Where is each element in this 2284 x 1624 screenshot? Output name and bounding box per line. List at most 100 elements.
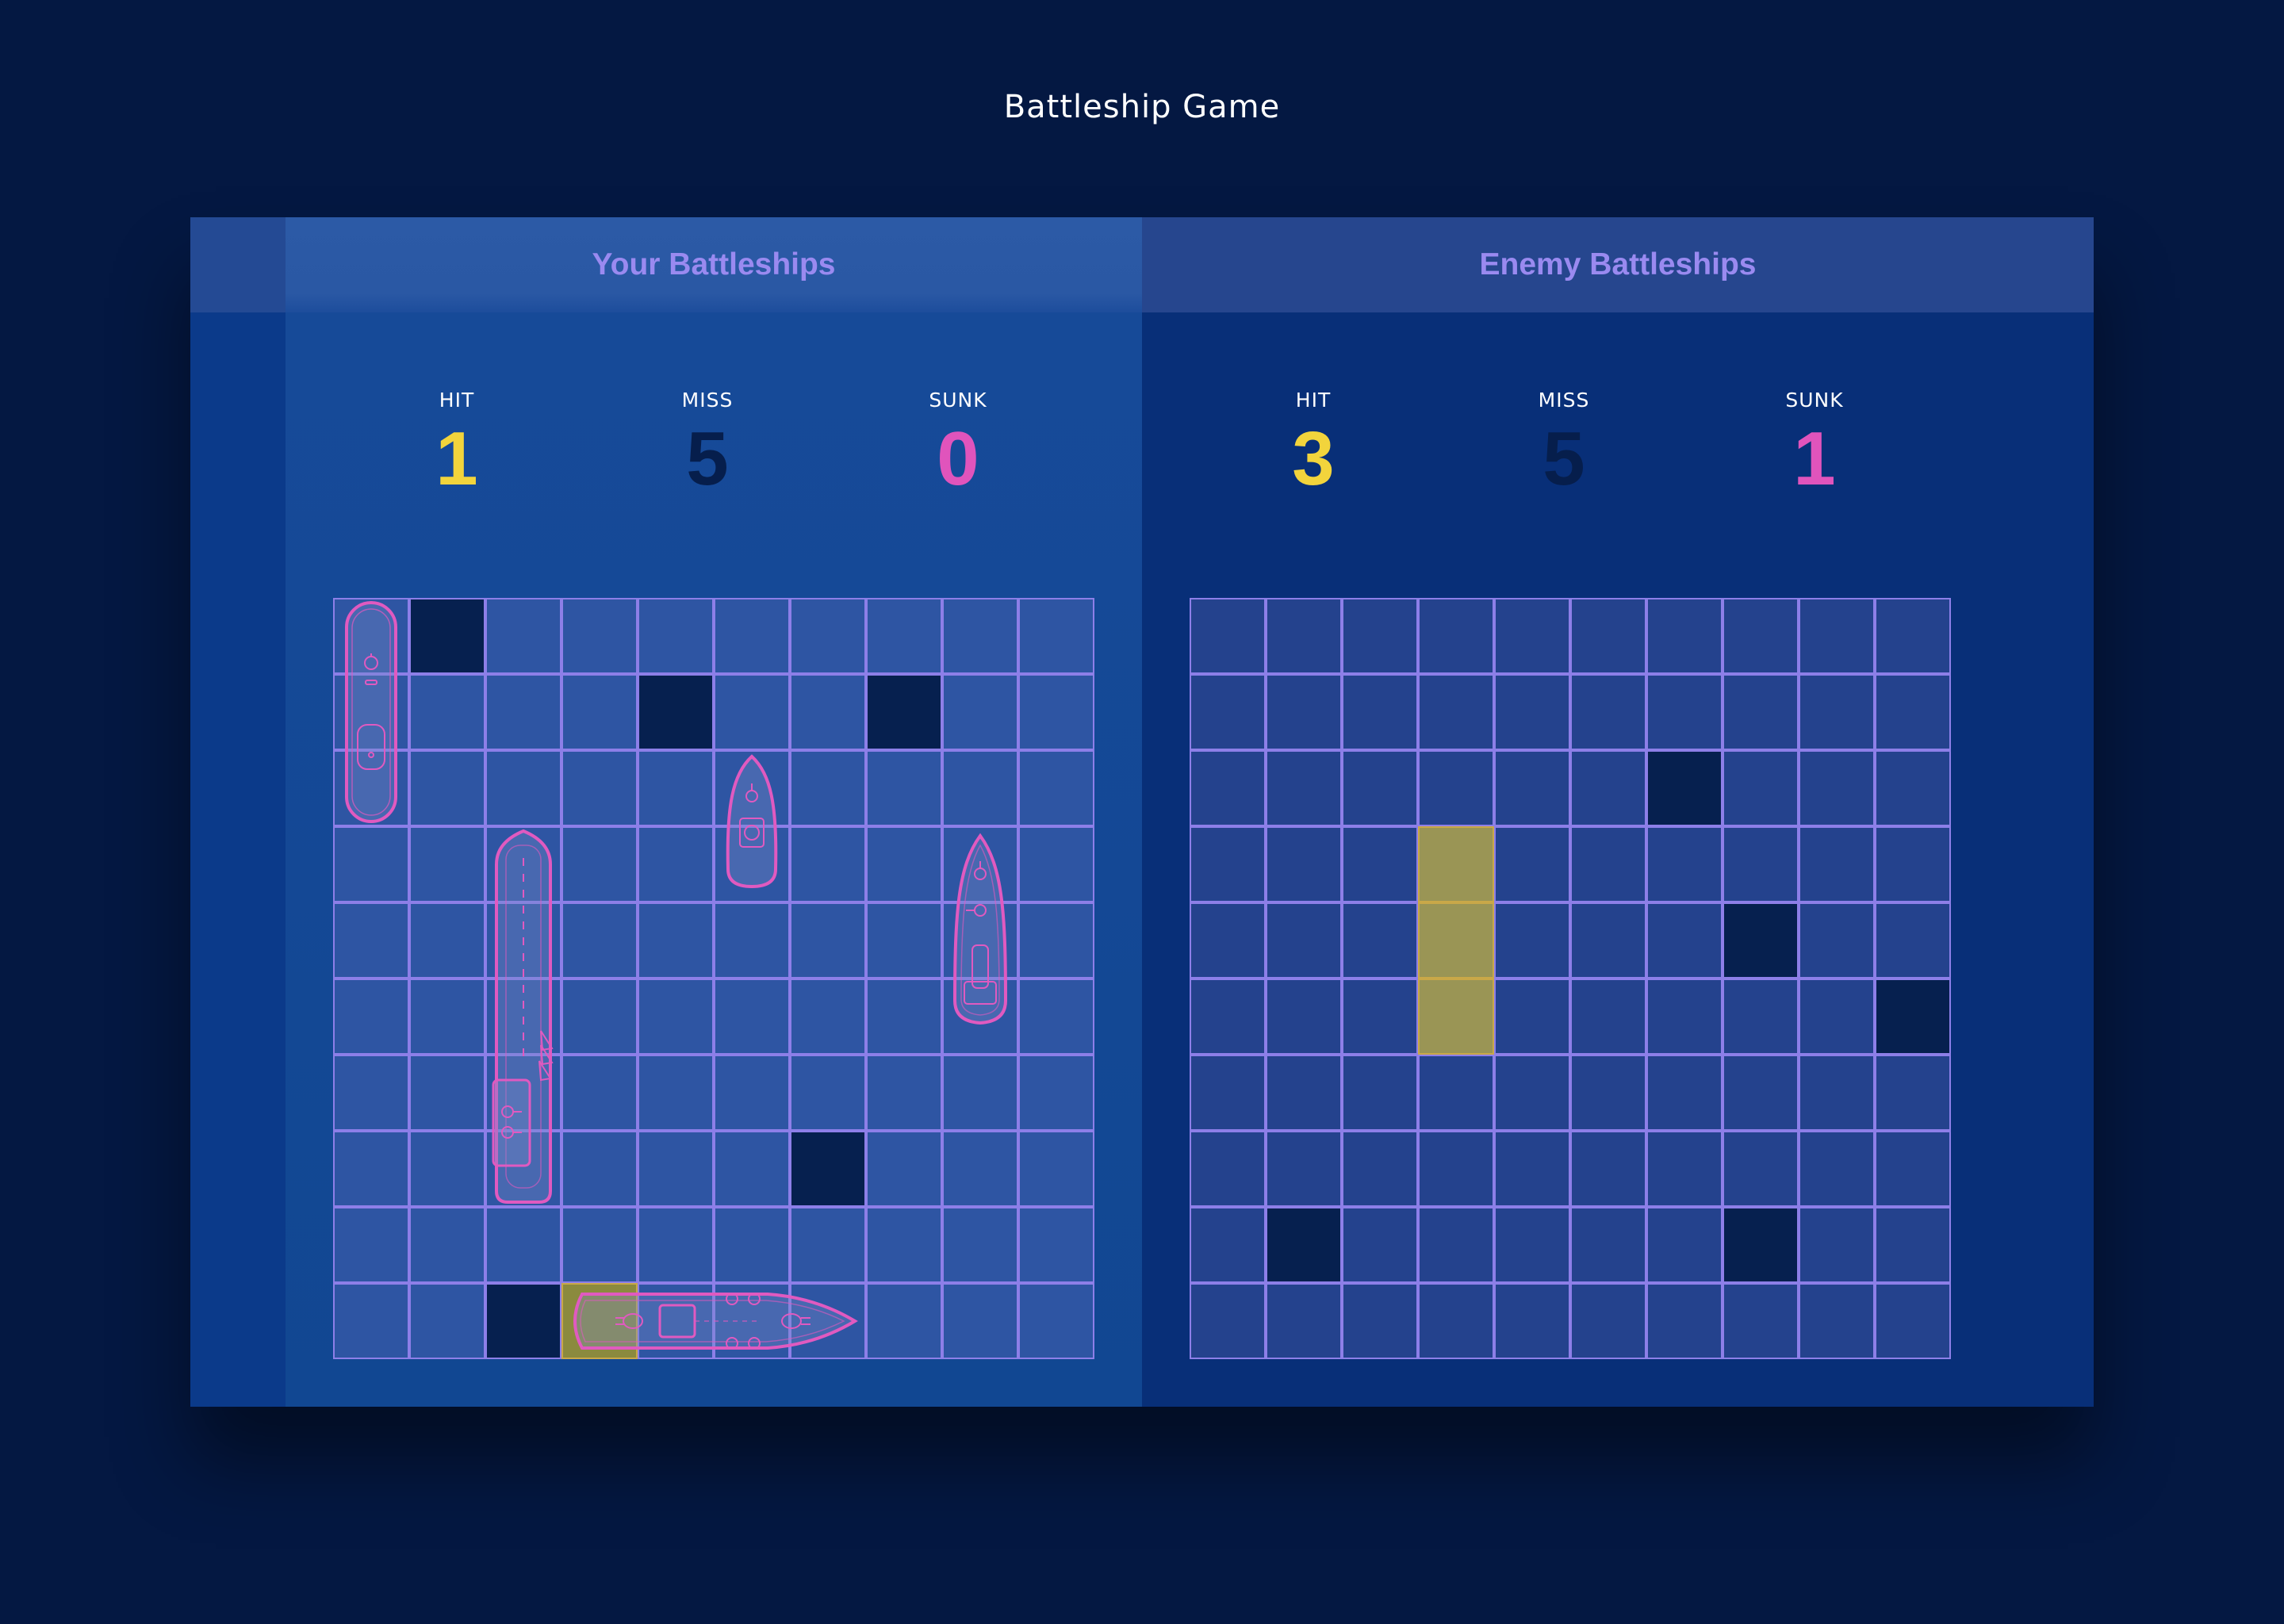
grid-cell-empty[interactable] [409, 826, 485, 902]
grid-cell-empty[interactable] [1799, 598, 1875, 674]
grid-cell-empty[interactable] [561, 1207, 638, 1283]
grid-cell-empty[interactable] [1190, 1055, 1266, 1131]
grid-cell-empty[interactable] [1570, 902, 1646, 979]
grid-cell-empty[interactable] [1723, 598, 1799, 674]
grid-cell-empty[interactable] [638, 1055, 714, 1131]
grid-cell-empty[interactable] [1418, 1131, 1494, 1207]
grid-cell-empty[interactable] [1190, 826, 1266, 902]
grid-cell-empty[interactable] [790, 979, 866, 1055]
grid-cell-empty[interactable] [942, 1207, 1018, 1283]
grid-cell-empty[interactable] [1018, 750, 1094, 826]
grid-cell-empty[interactable] [638, 902, 714, 979]
grid-cell-empty[interactable] [1646, 598, 1723, 674]
grid-cell-empty[interactable] [1875, 826, 1951, 902]
grid-cell-empty[interactable] [1266, 826, 1342, 902]
grid-cell-empty[interactable] [1494, 902, 1570, 979]
grid-cell-empty[interactable] [866, 750, 942, 826]
grid-cell-empty[interactable] [1342, 1131, 1418, 1207]
grid-cell-empty[interactable] [1266, 979, 1342, 1055]
grid-cell-empty[interactable] [333, 1131, 409, 1207]
grid-cell-empty[interactable] [333, 1055, 409, 1131]
grid-cell-empty[interactable] [1875, 902, 1951, 979]
grid-cell-empty[interactable] [1570, 1207, 1646, 1283]
grid-cell-empty[interactable] [1018, 1131, 1094, 1207]
grid-cell-miss[interactable] [409, 598, 485, 674]
grid-cell-empty[interactable] [409, 1207, 485, 1283]
grid-cell-miss[interactable] [1875, 979, 1951, 1055]
grid-cell-empty[interactable] [866, 598, 942, 674]
grid-cell-empty[interactable] [1799, 1207, 1875, 1283]
grid-cell-empty[interactable] [1266, 902, 1342, 979]
grid-cell-miss[interactable] [1723, 1207, 1799, 1283]
grid-cell-empty[interactable] [1418, 674, 1494, 750]
grid-cell-empty[interactable] [1418, 1207, 1494, 1283]
grid-cell-empty[interactable] [1723, 1131, 1799, 1207]
grid-cell-empty[interactable] [1190, 979, 1266, 1055]
grid-cell-empty[interactable] [942, 598, 1018, 674]
grid-cell-empty[interactable] [638, 750, 714, 826]
grid-cell-empty[interactable] [1799, 979, 1875, 1055]
grid-cell-empty[interactable] [1875, 1283, 1951, 1359]
grid-cell-empty[interactable] [1646, 826, 1723, 902]
grid-cell-empty[interactable] [409, 1283, 485, 1359]
grid-cell-empty[interactable] [1646, 1131, 1723, 1207]
grid-cell-empty[interactable] [1266, 1055, 1342, 1131]
grid-cell-empty[interactable] [714, 1207, 790, 1283]
grid-cell-empty[interactable] [409, 979, 485, 1055]
grid-cell-empty[interactable] [1018, 674, 1094, 750]
grid-cell-empty[interactable] [1799, 1055, 1875, 1131]
grid-cell-empty[interactable] [1018, 1055, 1094, 1131]
grid-cell-empty[interactable] [1018, 1207, 1094, 1283]
grid-cell-empty[interactable] [790, 902, 866, 979]
grid-cell-empty[interactable] [1570, 1283, 1646, 1359]
grid-cell-empty[interactable] [866, 979, 942, 1055]
grid-cell-empty[interactable] [1190, 1207, 1266, 1283]
grid-cell-empty[interactable] [561, 1055, 638, 1131]
grid-cell-empty[interactable] [866, 1131, 942, 1207]
grid-cell-empty[interactable] [714, 1131, 790, 1207]
grid-cell-empty[interactable] [638, 1131, 714, 1207]
grid-cell-miss[interactable] [1723, 902, 1799, 979]
grid-cell-empty[interactable] [409, 674, 485, 750]
grid-cell-empty[interactable] [1646, 1207, 1723, 1283]
grid-cell-empty[interactable] [1875, 750, 1951, 826]
grid-cell-empty[interactable] [1494, 1283, 1570, 1359]
grid-cell-empty[interactable] [1418, 1055, 1494, 1131]
grid-cell-empty[interactable] [1723, 979, 1799, 1055]
grid-cell-empty[interactable] [561, 979, 638, 1055]
grid-cell-empty[interactable] [866, 1055, 942, 1131]
grid-cell-empty[interactable] [561, 598, 638, 674]
grid-cell-empty[interactable] [1723, 1055, 1799, 1131]
grid-cell-empty[interactable] [1723, 1283, 1799, 1359]
grid-cell-empty[interactable] [1646, 674, 1723, 750]
grid-cell-empty[interactable] [942, 1131, 1018, 1207]
grid-cell-empty[interactable] [1266, 750, 1342, 826]
grid-cell-hit[interactable] [1418, 902, 1494, 979]
grid-cell-empty[interactable] [1018, 979, 1094, 1055]
grid-cell-empty[interactable] [333, 1283, 409, 1359]
grid-cell-miss[interactable] [790, 1131, 866, 1207]
grid-cell-empty[interactable] [942, 750, 1018, 826]
grid-cell-miss[interactable] [1266, 1207, 1342, 1283]
grid-cell-empty[interactable] [1570, 674, 1646, 750]
grid-cell-empty[interactable] [1646, 1055, 1723, 1131]
grid-cell-empty[interactable] [1494, 1207, 1570, 1283]
grid-cell-empty[interactable] [1190, 750, 1266, 826]
grid-cell-empty[interactable] [1570, 750, 1646, 826]
grid-cell-empty[interactable] [561, 674, 638, 750]
grid-cell-empty[interactable] [1646, 902, 1723, 979]
grid-cell-empty[interactable] [1799, 750, 1875, 826]
grid-cell-empty[interactable] [1494, 674, 1570, 750]
grid-cell-empty[interactable] [790, 598, 866, 674]
grid-cell-empty[interactable] [1418, 750, 1494, 826]
grid-cell-empty[interactable] [333, 979, 409, 1055]
grid-cell-empty[interactable] [409, 902, 485, 979]
grid-cell-empty[interactable] [485, 598, 561, 674]
grid-cell-empty[interactable] [1018, 826, 1094, 902]
grid-cell-empty[interactable] [1018, 902, 1094, 979]
grid-cell-empty[interactable] [1875, 674, 1951, 750]
grid-cell-empty[interactable] [714, 902, 790, 979]
grid-cell-empty[interactable] [1018, 598, 1094, 674]
grid-cell-empty[interactable] [1570, 598, 1646, 674]
grid-cell-empty[interactable] [409, 750, 485, 826]
